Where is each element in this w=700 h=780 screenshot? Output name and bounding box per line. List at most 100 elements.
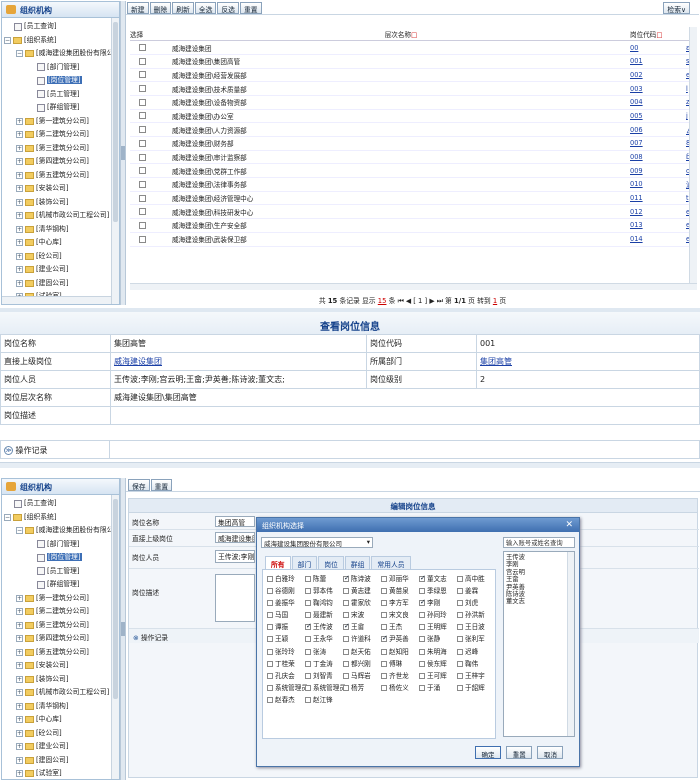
tree-toggle-icon[interactable]: + xyxy=(16,594,23,602)
person-item[interactable]: 傅琳 xyxy=(381,658,419,670)
person-item[interactable]: 王永华 xyxy=(305,633,343,645)
person-item[interactable]: 宋文良 xyxy=(381,609,419,621)
tree-node[interactable]: [群组管理] xyxy=(4,101,119,115)
person-item[interactable]: 系统管理员 xyxy=(267,682,308,694)
table-row[interactable]: 威海建设集团\法律事务部010沪 xyxy=(130,177,696,192)
table-row[interactable]: 威海建设集团\经济管理中心 011 t xyxy=(130,191,696,206)
person-item[interactable]: 齐世龙 xyxy=(381,670,419,682)
tree-toggle-icon[interactable]: + xyxy=(16,117,23,125)
person-item[interactable]: 赵江锋 xyxy=(305,694,343,706)
person-item[interactable]: 王梓宇 xyxy=(457,670,495,682)
tree-node[interactable]: [群组管理] xyxy=(4,578,119,592)
person-checkbox[interactable] xyxy=(343,648,349,655)
person-checkbox[interactable] xyxy=(457,588,463,595)
person-item[interactable]: 杨佐义 xyxy=(381,682,419,694)
tree-toggle-icon[interactable]: − xyxy=(4,36,11,44)
tree-toggle-icon[interactable]: + xyxy=(16,608,23,616)
table-row[interactable]: 威海建设集团\技术质量部 003 l xyxy=(130,81,696,96)
tree-node[interactable]: [岗位管理] xyxy=(4,551,119,565)
tree-node[interactable]: + [中心库] xyxy=(4,236,119,250)
person-checkbox[interactable] xyxy=(381,576,387,582)
person-item[interactable]: 季绿恩 xyxy=(419,585,457,597)
tree-node[interactable]: + [砼公司] xyxy=(4,727,119,741)
person-item[interactable]: 邓丽华 xyxy=(381,573,419,585)
tree-toggle-icon[interactable]: − xyxy=(16,50,23,58)
person-item[interactable]: 孙同玲 xyxy=(419,609,457,621)
tree-node[interactable]: + [第五建筑分公司] xyxy=(4,169,119,183)
person-item[interactable]: 赵知阳 xyxy=(381,646,419,658)
tree-node[interactable]: + [第五建筑分公司] xyxy=(4,646,119,660)
code-link[interactable]: 002 xyxy=(630,71,643,79)
person-item[interactable]: 侯东辉 xyxy=(419,658,457,670)
code-link[interactable]: 014 xyxy=(630,235,643,243)
tree-toggle-icon[interactable]: + xyxy=(16,648,23,656)
table-row[interactable]: 威海建设集团\党群工作部009o xyxy=(130,163,696,179)
selected-scrollbar[interactable] xyxy=(567,552,574,736)
person-item[interactable]: 孔庆会 xyxy=(267,670,305,682)
table-row[interactable]: 威海建设集团\武装保卫部014e xyxy=(130,232,696,247)
person-checkbox[interactable] xyxy=(267,624,273,631)
tree-toggle-icon[interactable]: + xyxy=(16,743,23,751)
tree-toggle-icon[interactable]: + xyxy=(16,675,23,683)
person-item[interactable]: 迟峰 xyxy=(457,646,495,658)
tree-node[interactable]: + [砼公司] xyxy=(4,250,119,264)
person-checkbox[interactable] xyxy=(381,672,387,679)
goto-input[interactable]: 1 xyxy=(493,297,497,305)
person-checkbox[interactable] xyxy=(419,612,425,619)
person-checkbox[interactable] xyxy=(457,672,463,679)
person-item[interactable]: 王畲 xyxy=(343,621,381,633)
person-checkbox[interactable] xyxy=(381,588,387,595)
code-link[interactable]: 008 xyxy=(630,153,643,161)
person-checkbox[interactable] xyxy=(343,660,349,667)
person-checkbox[interactable] xyxy=(343,600,349,607)
person-checkbox[interactable] xyxy=(419,574,426,582)
tree-toggle-icon[interactable]: + xyxy=(16,635,23,643)
pager-nav[interactable]: ⏮ ◀ [ 1 ] ▶ ⏭ xyxy=(398,297,443,305)
grid-hscrollbar[interactable] xyxy=(130,283,697,290)
person-checkbox[interactable] xyxy=(457,660,463,667)
person-checkbox[interactable] xyxy=(343,636,349,643)
tree-node[interactable]: + [中心库] xyxy=(4,713,119,727)
row-checkbox[interactable] xyxy=(138,221,146,229)
col-code[interactable]: 岗位代码□ xyxy=(630,27,686,42)
tree-node[interactable]: + [建固公司] xyxy=(4,277,119,291)
row-checkbox[interactable] xyxy=(138,180,146,188)
person-item[interactable]: 王杰 xyxy=(381,621,419,633)
person-checkbox[interactable] xyxy=(343,574,350,582)
person-item[interactable]: 郭本伟 xyxy=(305,585,343,597)
cancel-button[interactable]: 取消 xyxy=(537,746,564,759)
person-checkbox[interactable] xyxy=(381,684,387,691)
row-checkbox[interactable] xyxy=(138,194,146,202)
selected-person[interactable]: 尹英善 xyxy=(506,584,572,591)
person-checkbox[interactable] xyxy=(305,588,311,595)
tree-toggle-icon[interactable]: + xyxy=(16,225,23,233)
tree-toggle-icon[interactable]: + xyxy=(16,770,23,778)
close-icon[interactable]: ✕ xyxy=(565,520,573,530)
table-row[interactable]: 威海建设集团\审计监察部008ɓ xyxy=(130,150,696,165)
tree-node[interactable]: + [清华钢构] xyxy=(4,223,119,237)
tree-node[interactable]: − [组织系统] xyxy=(4,34,119,48)
tree-node[interactable]: + [装饰公司] xyxy=(4,196,119,210)
selected-list[interactable]: 王传波 李刚 宫云明 王畲 尹英善 陈诗波 董文志 xyxy=(503,551,575,737)
person-checkbox[interactable] xyxy=(305,576,311,582)
person-item[interactable]: 李方军 xyxy=(381,597,419,609)
tree-node[interactable]: [部门管理] xyxy=(4,61,119,75)
person-item[interactable]: 丁金涛 xyxy=(305,658,343,670)
person-item[interactable]: 许道科 xyxy=(343,633,381,645)
tree-node[interactable]: − [威海建设集团股份有限公 xyxy=(4,47,119,61)
table-row[interactable]: 威海建设集团\集团高管 001 s xyxy=(130,54,696,69)
row-checkbox[interactable] xyxy=(138,153,146,161)
person-item[interactable]: 陈诗波 xyxy=(343,573,381,585)
person-item[interactable]: 于韶辉 xyxy=(457,682,495,694)
selected-person[interactable]: 董文志 xyxy=(506,598,572,605)
person-checkbox[interactable] xyxy=(267,648,273,655)
person-item[interactable]: 马辉岩 xyxy=(343,670,381,682)
person-item[interactable]: 刘智青 xyxy=(305,670,343,682)
tree-scrollbar[interactable] xyxy=(111,18,119,304)
tree-node[interactable]: + [建业公司] xyxy=(4,263,119,277)
row-checkbox[interactable] xyxy=(138,71,146,79)
selected-person[interactable]: 王畲 xyxy=(506,576,572,583)
person-item[interactable]: 孙洪新 xyxy=(457,609,495,621)
tree-node[interactable]: + [机械市政公司工程公司] xyxy=(4,686,119,700)
person-checkbox[interactable] xyxy=(267,684,273,691)
